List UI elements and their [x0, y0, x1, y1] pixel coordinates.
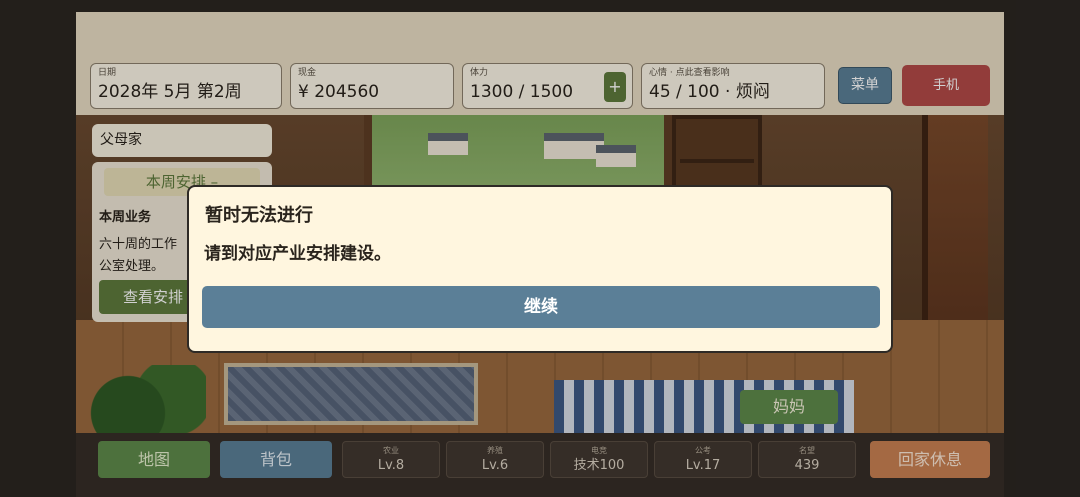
dialog-title: 暂时无法进行: [205, 205, 313, 226]
alert-dialog: 暂时无法进行 请到对应产业安排建设。 继续: [187, 185, 893, 353]
continue-button[interactable]: 继续: [202, 286, 880, 328]
dialog-message: 请到对应产业安排建设。: [204, 244, 391, 264]
